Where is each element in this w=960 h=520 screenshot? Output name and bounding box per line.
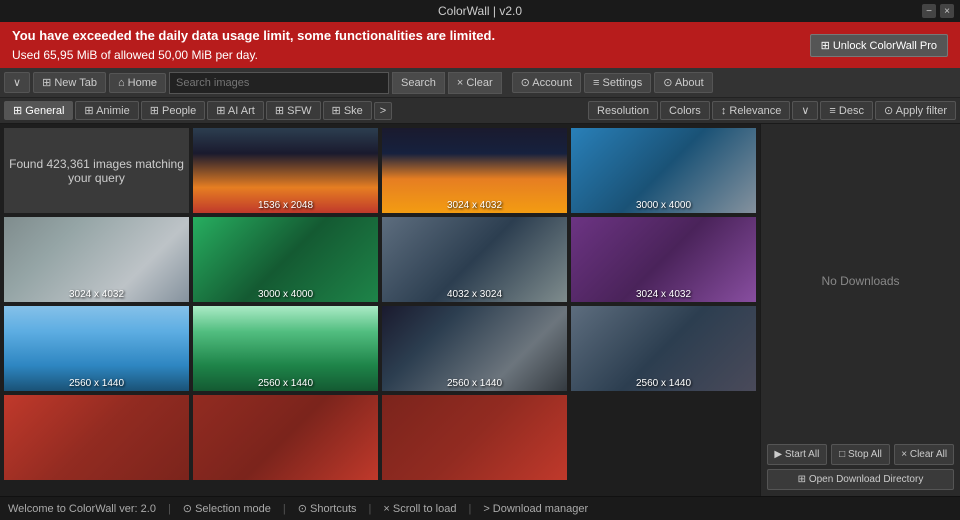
right-panel: No Downloads ▶ Start All □ Stop All × Cl… <box>760 124 960 496</box>
settings-button[interactable]: ≡ Settings <box>584 73 651 93</box>
stop-all-button[interactable]: □ Stop All <box>831 444 891 465</box>
download-controls: ▶ Start All □ Stop All × Clear All ⊞ Ope… <box>761 438 960 496</box>
clear-button[interactable]: × Clear <box>448 72 502 94</box>
warning-text: You have exceeded the daily data usage l… <box>12 26 495 64</box>
image-cell-2[interactable]: 3000 x 4000 <box>571 128 756 213</box>
minimize-button[interactable]: − <box>922 4 936 18</box>
home-button[interactable]: ⌂ Home <box>109 73 166 93</box>
search-input[interactable] <box>169 72 389 94</box>
filter-tab-ske[interactable]: ⊞ Ske <box>323 101 372 120</box>
main-content: Found 423,361 images matching your query… <box>0 124 960 496</box>
open-download-dir-button[interactable]: ⊞ Open Download Directory <box>767 469 954 490</box>
filter-tab-general[interactable]: ⊞ General <box>4 101 73 120</box>
dl-btn-row-1: ▶ Start All □ Stop All × Clear All <box>767 444 954 465</box>
found-images-info: Found 423,361 images matching your query <box>4 128 189 213</box>
app-title: ColorWall | v2.0 <box>438 4 522 18</box>
image-cell-0[interactable]: 1536 x 2048 <box>193 128 378 213</box>
start-all-button[interactable]: ▶ Start All <box>767 444 827 465</box>
image-cell-13[interactable] <box>382 395 567 480</box>
filter-desc[interactable]: ≡ Desc <box>820 101 873 120</box>
image-cell-6[interactable]: 3024 x 4032 <box>571 217 756 302</box>
new-tab-button[interactable]: ⊞ New Tab <box>33 72 106 93</box>
clear-all-button[interactable]: × Clear All <box>894 444 954 465</box>
filter-tab-animie[interactable]: ⊞ Animie <box>75 101 138 120</box>
search-wrap <box>169 72 389 94</box>
warning-line1: You have exceeded the daily data usage l… <box>12 28 495 43</box>
shortcuts-status[interactable]: ⊙ Shortcuts <box>298 502 357 515</box>
image-cell-5[interactable]: 4032 x 3024 <box>382 217 567 302</box>
title-bar-controls: − × <box>922 4 954 18</box>
filter-relevance[interactable]: ↕ Relevance <box>712 101 791 120</box>
image-cell-8[interactable]: 2560 x 1440 <box>193 306 378 391</box>
scroll-to-load[interactable]: × Scroll to load <box>383 503 456 515</box>
about-button[interactable]: ⊙ About <box>654 72 712 93</box>
selection-mode[interactable]: ⊙ Selection mode <box>183 502 271 515</box>
status-bar: Welcome to ColorWall ver: 2.0 | ⊙ Select… <box>0 496 960 520</box>
found-text: Found 423,361 images matching your query <box>4 157 189 185</box>
filter-tab-caa[interactable]: ⊞ AI Art <box>207 101 264 120</box>
filter-colors[interactable]: Colors <box>660 101 710 120</box>
image-cell-12[interactable] <box>193 395 378 480</box>
filter-relevance-drop[interactable]: ∨ <box>792 101 818 120</box>
image-cell-11[interactable] <box>4 395 189 480</box>
image-cell-9[interactable]: 2560 x 1440 <box>382 306 567 391</box>
warning-line2: Used 65,95 MiB of allowed 50,00 MiB per … <box>12 48 258 62</box>
filter-more-button[interactable]: > <box>374 102 392 120</box>
filter-bar: ⊞ General ⊞ Animie ⊞ People ⊞ AI Art ⊞ S… <box>0 98 960 124</box>
filter-end-tabs: Resolution Colors ↕ Relevance ∨ ≡ Desc ⊙… <box>588 101 956 120</box>
filter-resolution[interactable]: Resolution <box>588 101 658 120</box>
image-cell-1[interactable]: 3024 x 4032 <box>382 128 567 213</box>
image-cell-4[interactable]: 3000 x 4000 <box>193 217 378 302</box>
warning-banner: You have exceeded the daily data usage l… <box>0 22 960 68</box>
search-button[interactable]: Search <box>392 72 445 94</box>
image-cell-10[interactable]: 2560 x 1440 <box>571 306 756 391</box>
no-downloads-label: No Downloads <box>821 274 899 288</box>
welcome-status: Welcome to ColorWall ver: 2.0 <box>8 503 156 515</box>
filter-tab-people[interactable]: ⊞ People <box>141 101 206 120</box>
image-grid: Found 423,361 images matching your query… <box>4 128 756 480</box>
download-manager-status[interactable]: > Download manager <box>483 503 588 515</box>
downloads-area: No Downloads <box>761 124 960 438</box>
filter-tab-sfw[interactable]: ⊞ SFW <box>266 101 321 120</box>
image-grid-wrap[interactable]: Found 423,361 images matching your query… <box>0 124 760 496</box>
image-cell-3[interactable]: 3024 x 4032 <box>4 217 189 302</box>
title-bar: ColorWall | v2.0 − × <box>0 0 960 22</box>
filter-apply[interactable]: ⊙ Apply filter <box>875 101 956 120</box>
dropdown-button[interactable]: ∨ <box>4 72 30 93</box>
toolbar: ∨ ⊞ New Tab ⌂ Home Search × Clear ⊙ Acco… <box>0 68 960 98</box>
image-cell-7[interactable]: 2560 x 1440 <box>4 306 189 391</box>
close-button[interactable]: × <box>940 4 954 18</box>
account-button[interactable]: ⊙ Account <box>512 72 581 93</box>
unlock-pro-button[interactable]: ⊞ Unlock ColorWall Pro <box>810 34 948 57</box>
